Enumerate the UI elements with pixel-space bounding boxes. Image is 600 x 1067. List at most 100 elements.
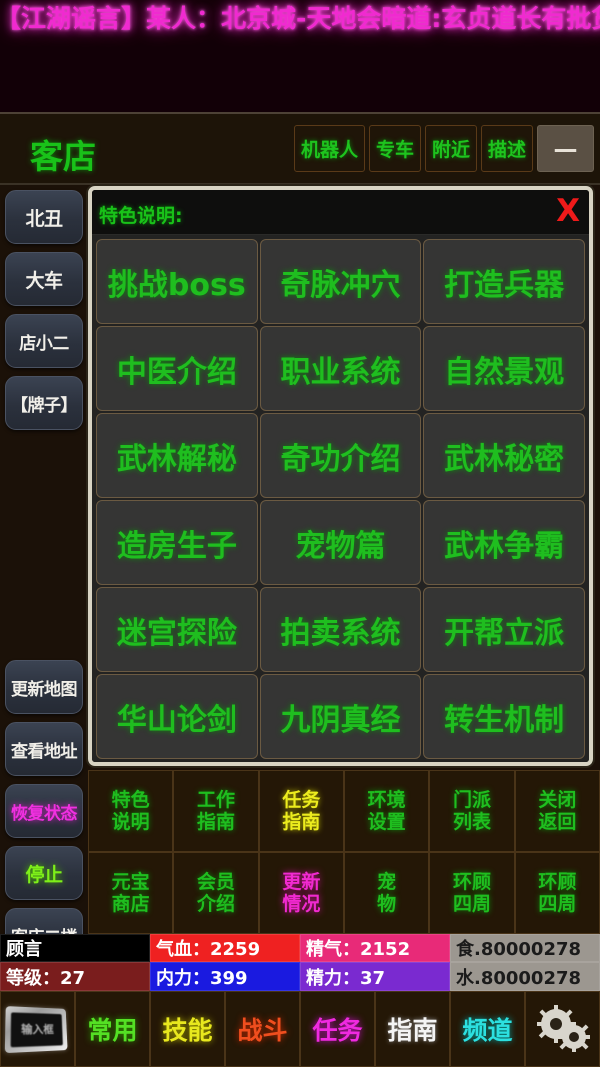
header-button-transport[interactable]: 专车	[368, 125, 421, 172]
sidebar-item-restore-state[interactable]: 恢复状态	[5, 784, 83, 838]
menu-label-line2: 商店	[111, 893, 150, 915]
menu-label-line1: 会员	[196, 871, 235, 893]
marquee-text: 【江湖谣言】某人：北京城-天地会暗道:玄贞道长有批货物要送到	[0, 4, 600, 33]
dialog-body: 挑战boss 奇脉冲穴 打造兵器 中医介绍 职业系统 自然景观 武林解秘 奇功介…	[92, 235, 589, 762]
status-bar: 顾言 气血：2259 精气：2152 食.80000278 等级：27 内力：3…	[0, 934, 600, 991]
input-box-button[interactable]: 输入框	[0, 991, 75, 1067]
status-food: 食.80000278	[450, 934, 600, 962]
sidebar-item-view-address[interactable]: 查看地址	[5, 722, 83, 776]
header-button-nearby[interactable]: 附近	[424, 125, 477, 172]
dialog-title: 特色说明:	[99, 205, 183, 227]
menu-close-return[interactable]: 关闭 返回	[514, 770, 600, 852]
feature-cell-auction[interactable]: 拍卖系统	[259, 587, 422, 672]
nav-guide[interactable]: 指南	[375, 991, 450, 1067]
feature-cell-medicine[interactable]: 中医介绍	[96, 326, 258, 411]
bottom-navigation: 输入框 常用 技能 战斗 任务 指南 频道	[0, 991, 600, 1067]
feature-cell-found-sect[interactable]: 开帮立派	[423, 587, 585, 672]
feature-grid: 挑战boss 奇脉冲穴 打造兵器 中医介绍 职业系统 自然景观 武林解秘 奇功介…	[95, 238, 586, 760]
menu-quest-guide[interactable]: 任务 指南	[258, 770, 344, 852]
nav-channel[interactable]: 频道	[450, 991, 525, 1067]
menu-label-line1: 关闭	[538, 789, 577, 811]
menu-label-line1: 工作	[196, 789, 235, 811]
feature-cell-jiuyin[interactable]: 九阴真经	[259, 674, 422, 759]
feature-cell-rebirth[interactable]: 转生机制	[423, 674, 585, 759]
feature-cell-meridian[interactable]: 奇脉冲穴	[259, 239, 422, 324]
menu-label-line1: 任务	[282, 789, 321, 811]
menu-member-intro[interactable]: 会员 介绍	[173, 852, 259, 934]
sidebar-item-dache[interactable]: 大车	[5, 252, 83, 306]
input-box-icon: 输入框	[4, 1006, 68, 1054]
menu-label-line2: 返回	[538, 811, 577, 833]
sidebar-item-beichou[interactable]: 北丑	[5, 190, 83, 244]
menu-ingot-shop[interactable]: 元宝 商店	[88, 852, 174, 934]
sidebar-item-dianxiaoer[interactable]: 店小二	[5, 314, 83, 368]
marquee-banner: 【江湖谣言】某人：北京城-天地会暗道:玄贞道长有批货物要送到	[0, 0, 600, 112]
feature-cell-boss[interactable]: 挑战boss	[96, 239, 258, 324]
menu-label-line2: 情况	[282, 893, 321, 915]
feature-cell-pets[interactable]: 宠物篇	[259, 500, 422, 585]
nav-combat[interactable]: 战斗	[225, 991, 300, 1067]
menu-feature-desc[interactable]: 特色 说明	[88, 770, 174, 852]
menu-label-line2: 物	[377, 893, 397, 915]
menu-env-settings[interactable]: 环境 设置	[344, 770, 430, 852]
status-mp: 内力：399	[150, 962, 300, 991]
status-hp: 气血：2259	[150, 934, 300, 962]
menu-label-line2: 四周	[538, 893, 577, 915]
status-spirit: 精气：2152	[300, 934, 450, 962]
feature-cell-skill-intro[interactable]: 奇功介绍	[259, 413, 422, 498]
dialog-header: 特色说明: X	[92, 190, 589, 235]
menu-label-line2: 设置	[367, 811, 406, 833]
menu-look-around-1[interactable]: 环顾 四周	[429, 852, 515, 934]
menu-row-1: 特色 说明 工作 指南 任务 指南 环境 设置 门派 列表 关闭 返回	[88, 770, 600, 852]
sidebar-item-update-map[interactable]: 更新地图	[5, 660, 83, 714]
feature-cell-house-child[interactable]: 造房生子	[96, 500, 258, 585]
menu-label-line1: 元宝	[111, 871, 150, 893]
status-level: 等级：27	[0, 962, 150, 991]
input-box-icon-label: 输入框	[10, 1011, 63, 1047]
status-player-name: 顾言	[0, 934, 150, 962]
settings-button[interactable]	[525, 991, 600, 1067]
menu-label-line2: 说明	[111, 811, 150, 833]
menu-label-line2: 指南	[282, 811, 321, 833]
menu-label-line2: 介绍	[196, 893, 235, 915]
page-title: 客店	[30, 137, 96, 176]
menu-label-line2: 四周	[452, 893, 491, 915]
menu-work-guide[interactable]: 工作 指南	[173, 770, 259, 852]
sidebar-item-stop[interactable]: 停止	[5, 846, 83, 900]
menu-sect-list[interactable]: 门派 列表	[429, 770, 515, 852]
left-sidebar: 北丑 大车 店小二 【牌子】 更新地图 查看地址 恢复状态 停止 客店二楼	[0, 185, 88, 962]
feature-cell-job-system[interactable]: 职业系统	[259, 326, 422, 411]
sidebar-item-paizi[interactable]: 【牌子】	[5, 376, 83, 430]
menu-label-line1: 门派	[452, 789, 491, 811]
feature-cell-wulin-mystery[interactable]: 武林秘密	[423, 413, 585, 498]
menu-panel: 特色 说明 工作 指南 任务 指南 环境 设置 门派 列表 关闭 返回 元宝 商…	[88, 770, 600, 934]
feature-cell-maze[interactable]: 迷宫探险	[96, 587, 258, 672]
menu-update-news[interactable]: 更新 情况	[258, 852, 344, 934]
nav-common[interactable]: 常用	[75, 991, 150, 1067]
menu-label-line1: 环境	[367, 789, 406, 811]
header-bar: 客店 机器人 专车 附近 描述 —	[0, 112, 600, 185]
menu-label-line1: 环顾	[452, 871, 491, 893]
menu-label-line1: 宠	[377, 871, 397, 893]
nav-quests[interactable]: 任务	[300, 991, 375, 1067]
status-water: 水.80000278	[450, 962, 600, 991]
nav-skills[interactable]: 技能	[150, 991, 225, 1067]
feature-cell-scenery[interactable]: 自然景观	[423, 326, 585, 411]
minimize-button[interactable]: —	[537, 125, 594, 172]
menu-label-line2: 指南	[196, 811, 235, 833]
close-icon[interactable]: X	[556, 192, 580, 230]
menu-pet[interactable]: 宠 物	[344, 852, 430, 934]
gears-icon	[534, 1004, 592, 1054]
menu-label-line2: 列表	[452, 811, 491, 833]
feature-cell-wulin-secret[interactable]: 武林解秘	[96, 413, 258, 498]
header-button-robot[interactable]: 机器人	[293, 125, 365, 172]
menu-row-2: 元宝 商店 会员 介绍 更新 情况 宠 物 环顾 四周 环顾 四周	[88, 852, 600, 934]
menu-look-around-2[interactable]: 环顾 四周	[514, 852, 600, 934]
feature-cell-huashan[interactable]: 华山论剑	[96, 674, 258, 759]
menu-label-line1: 环顾	[538, 871, 577, 893]
feature-cell-wulin-battle[interactable]: 武林争霸	[423, 500, 585, 585]
game-screen: 【江湖谣言】某人：北京城-天地会暗道:玄贞道长有批货物要送到 客店 机器人 专车…	[0, 0, 600, 1067]
menu-label-line1: 更新	[282, 871, 321, 893]
feature-cell-forge[interactable]: 打造兵器	[423, 239, 585, 324]
header-button-describe[interactable]: 描述	[480, 125, 533, 172]
